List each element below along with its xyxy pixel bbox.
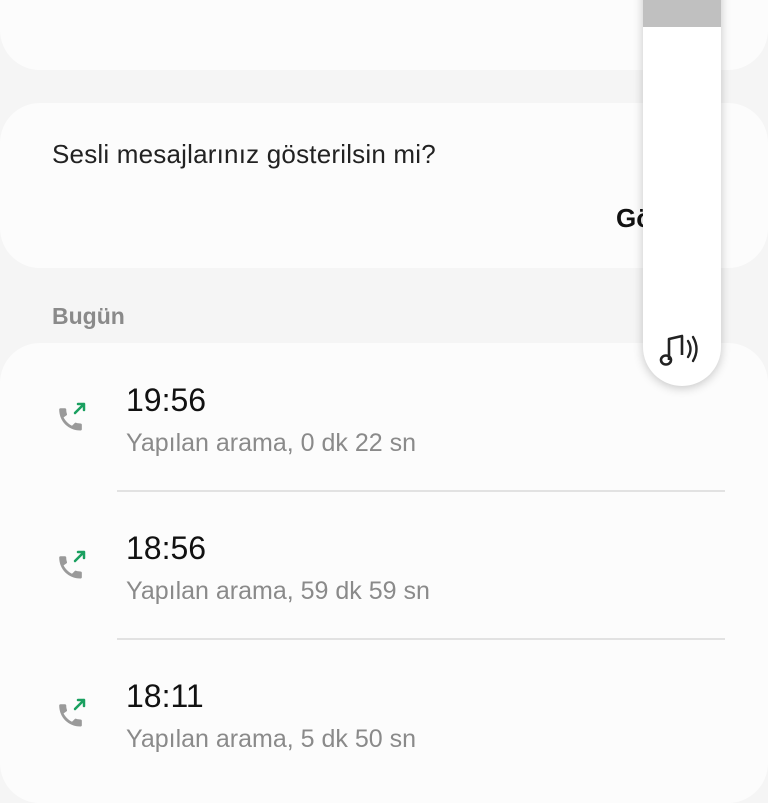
call-log-row[interactable]: 18:11 Yapılan arama, 5 dk 50 sn	[0, 640, 768, 788]
media-volume-icon[interactable]	[658, 327, 706, 371]
section-header-today: Bugün	[52, 303, 125, 329]
call-detail: Yapılan arama, 0 dk 22 sn	[126, 429, 416, 457]
volume-panel	[643, 0, 721, 386]
call-log-row[interactable]: 18:56 Yapılan arama, 59 dk 59 sn	[0, 492, 768, 640]
volume-slider[interactable]	[643, 0, 721, 305]
call-detail: Yapılan arama, 59 dk 59 sn	[126, 577, 430, 605]
call-detail: Yapılan arama, 5 dk 50 sn	[126, 725, 416, 753]
call-time: 19:56	[126, 382, 207, 418]
call-time: 18:56	[126, 530, 207, 566]
outgoing-call-icon	[59, 698, 86, 727]
volume-level-fill	[643, 0, 721, 27]
voice-message-question: Sesli mesajlarınız gösterilsin mi?	[52, 139, 436, 169]
outgoing-call-icon	[59, 550, 86, 579]
outgoing-call-icon	[59, 402, 86, 431]
call-time: 18:11	[126, 678, 204, 714]
